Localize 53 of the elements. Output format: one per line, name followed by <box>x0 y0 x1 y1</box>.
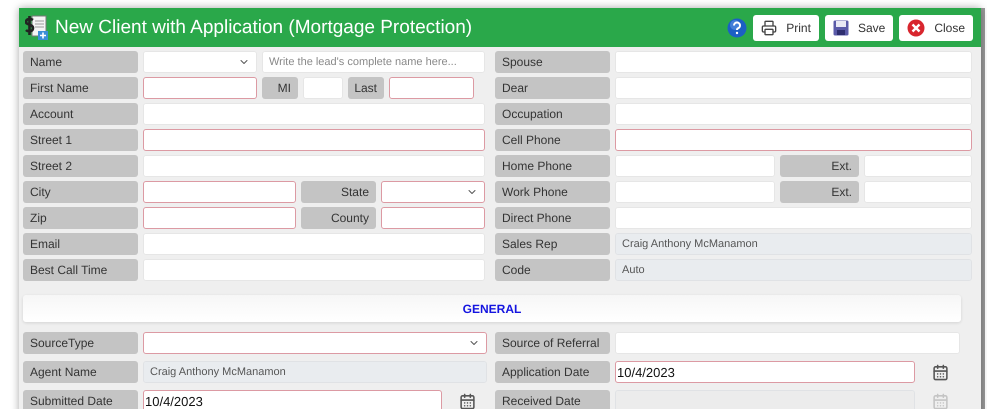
calendar-icon[interactable] <box>932 364 948 380</box>
field-label: Submitted Date <box>23 390 138 409</box>
field-label: Ext. <box>780 155 859 177</box>
field-label: SourceType <box>23 332 138 354</box>
input-field[interactable] <box>143 181 296 203</box>
input-field[interactable]: Write the lead's complete name here... <box>262 51 485 73</box>
field-label: Cell Phone <box>495 129 610 151</box>
input-field[interactable] <box>615 129 972 151</box>
field-label: Last <box>348 77 384 99</box>
field-label: Spouse <box>495 51 610 73</box>
field-label: Street 2 <box>23 155 138 177</box>
field-label: Code <box>495 259 610 281</box>
field-label: Zip <box>23 207 138 229</box>
help-icon[interactable] <box>727 18 748 38</box>
window-title: New Client with Application (Mortgage Protection) <box>55 16 474 38</box>
print-button[interactable]: Print <box>753 14 819 40</box>
calendar-icon[interactable] <box>458 392 476 409</box>
field-label: Direct Phone <box>495 207 610 229</box>
save-button[interactable]: Save <box>824 14 894 40</box>
field-label: Home Phone <box>495 155 610 177</box>
field-label: Occupation <box>495 103 610 125</box>
field-label: County <box>301 207 376 229</box>
field-label: Name <box>23 51 138 73</box>
printer-icon <box>761 20 778 36</box>
field-label: Account <box>23 103 138 125</box>
input-field[interactable] <box>389 77 474 99</box>
input-field[interactable] <box>143 77 257 99</box>
close-button[interactable]: Close <box>899 14 973 40</box>
field-label: Email <box>23 233 138 255</box>
field-label: First Name <box>23 77 138 99</box>
field-label: Ext. <box>780 181 859 203</box>
select-field[interactable] <box>381 181 485 203</box>
field-label: MI <box>262 77 298 99</box>
field-label: Received Date <box>495 390 610 409</box>
dollar-document-icon <box>25 14 49 40</box>
field-label: Sales Rep <box>495 233 610 255</box>
input-field[interactable] <box>143 129 485 151</box>
date-field[interactable]: 10/4/2023 <box>143 390 442 409</box>
section-title: GENERAL <box>462 302 522 316</box>
close-icon <box>907 18 926 36</box>
field-label: Agent Name <box>23 361 138 383</box>
field-label: Work Phone <box>495 181 610 203</box>
select-field[interactable] <box>143 332 487 354</box>
date-field[interactable]: 10/4/2023 <box>615 361 915 383</box>
field-label: Street 1 <box>23 129 138 151</box>
field-label: City <box>23 181 138 203</box>
input-field[interactable] <box>143 207 296 229</box>
field-label: Dear <box>495 77 610 99</box>
field-label: Source of Referral <box>495 332 610 354</box>
input-field[interactable] <box>381 207 485 229</box>
field-label: State <box>301 181 376 203</box>
field-label: Best Call Time <box>23 259 138 281</box>
field-label: Application Date <box>495 361 610 383</box>
